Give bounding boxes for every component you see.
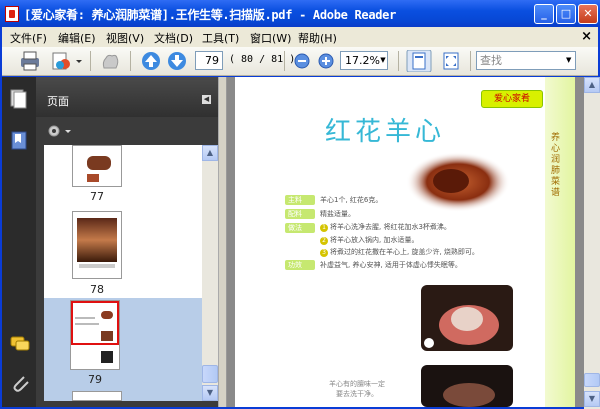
- thumbnail-page-78[interactable]: [72, 211, 122, 279]
- scroll-up-icon[interactable]: ▲: [202, 145, 218, 161]
- minimize-button[interactable]: _: [534, 4, 554, 24]
- document-scrollbar[interactable]: ▲ ▼: [584, 77, 600, 409]
- hand-tool-icon[interactable]: [98, 50, 122, 72]
- menu-file[interactable]: 文件(F): [10, 30, 47, 46]
- menu-edit[interactable]: 编辑(E): [58, 30, 96, 46]
- search-dropdown-icon[interactable]: ▼: [566, 51, 576, 70]
- side-strip: [545, 77, 575, 407]
- comments-icon[interactable]: [10, 335, 30, 353]
- app-window: [爱心家肴: 养心润肺菜谱].王作生等.扫描版.pdf - Adobe Read…: [0, 0, 600, 409]
- section-label: 功效: [285, 260, 315, 270]
- step-photo-2: [421, 365, 513, 407]
- step-text: 1 将羊心洗净去腥, 将红花加水3杯煮沸。: [320, 222, 451, 232]
- scroll-down-icon[interactable]: ▼: [202, 385, 218, 401]
- toolbar-separator: [90, 51, 91, 71]
- options-gear-icon[interactable]: [46, 123, 72, 139]
- menu-view[interactable]: 视图(V): [106, 30, 144, 46]
- window-title: [爱心家肴: 养心润肺菜谱].王作生等.扫描版.pdf - Adobe Read…: [24, 8, 397, 22]
- section-text: 羊心1个, 红花6克。: [320, 196, 383, 204]
- thumbnail-page-77[interactable]: [72, 145, 122, 187]
- thumbnail-label: 78: [90, 283, 104, 296]
- attachments-icon[interactable]: [10, 373, 30, 393]
- menu-bar: 文件(F) 编辑(E) 视图(V) 文档(D) 工具(T) 窗口(W) 帮助(H…: [2, 27, 598, 47]
- scroll-thumb[interactable]: [202, 365, 218, 383]
- toolbar: 79 ( 80 / 81 ) 17.2% ▼ 查找 ▼: [2, 47, 598, 76]
- print-icon[interactable]: [18, 50, 42, 72]
- thumbnail-page-80[interactable]: [72, 391, 122, 401]
- document-view: 爱心家肴 养心润肺菜谱 红花羊心 主料 羊心1个, 红花6克。 配料 精盐适量。…: [227, 77, 584, 407]
- zoom-out-icon[interactable]: [292, 50, 312, 72]
- dish-photo: [406, 152, 510, 212]
- search-input[interactable]: 查找: [476, 51, 576, 70]
- section-label: 主料: [285, 195, 315, 205]
- side-vertical-text: 养心润肺菜谱: [551, 133, 561, 198]
- thumbnail-page-79[interactable]: [70, 300, 120, 370]
- fit-page-icon[interactable]: [406, 50, 432, 72]
- navigation-bar: [2, 77, 36, 407]
- toolbar-separator: [398, 51, 399, 71]
- next-page-icon[interactable]: [166, 50, 188, 72]
- panel-splitter[interactable]: [218, 77, 227, 407]
- thumbnail-list: 77 78 79: [44, 145, 202, 401]
- full-screen-icon[interactable]: [440, 50, 462, 72]
- zoom-dropdown-icon[interactable]: ▼: [378, 51, 388, 70]
- maximize-button[interactable]: □: [556, 4, 576, 24]
- zoom-in-icon[interactable]: [316, 50, 336, 72]
- panel-title: 页面: [47, 95, 69, 108]
- section-text: 补虚益气, 养心安神, 适用于体虚心悸失眠等。: [320, 261, 462, 269]
- menu-help[interactable]: 帮助(H): [298, 30, 337, 46]
- bookmarks-panel-icon[interactable]: [10, 131, 28, 151]
- step-text: 2 将羊心放入锅内, 加水适量。: [320, 235, 418, 245]
- collaborate-icon[interactable]: [50, 50, 84, 72]
- toolbar-separator: [470, 51, 471, 71]
- page-count: ( 80 / 81 ): [229, 54, 296, 65]
- title-bar[interactable]: [爱心家肴: 养心润肺菜谱].王作生等.扫描版.pdf - Adobe Read…: [0, 0, 600, 27]
- thumbnail-label: 77: [90, 190, 104, 203]
- recipe-title: 红花羊心: [325, 117, 446, 147]
- pages-panel-icon[interactable]: [10, 89, 28, 109]
- thumbnail-label: 79: [88, 373, 102, 386]
- toolbar-separator: [284, 51, 285, 71]
- pages-panel: 页面 ◀ 77 78 79 ▲ ▼: [36, 77, 218, 407]
- photo-caption: 羊心有的膻味一定要去洗干净。: [329, 380, 385, 398]
- panel-options-bar: [36, 117, 218, 145]
- close-button[interactable]: ✕: [578, 4, 598, 24]
- section-label: 做法: [285, 223, 315, 233]
- step-photo-1: [421, 285, 513, 351]
- page-number-input[interactable]: 79: [195, 51, 223, 70]
- thumbnail-scrollbar[interactable]: ▲ ▼: [202, 145, 218, 401]
- menu-tools[interactable]: 工具(T): [202, 30, 239, 46]
- step-text: 3 将煮过的红花撒在羊心上, 旋盖少许, 烧熟即可。: [320, 247, 479, 257]
- scroll-thumb[interactable]: [584, 373, 600, 387]
- section-text: 精盐适量。: [320, 210, 355, 218]
- panel-header: 页面 ◀: [36, 77, 218, 117]
- menu-window[interactable]: 窗口(W): [250, 30, 291, 46]
- scroll-up-icon[interactable]: ▲: [584, 77, 600, 93]
- pdf-page: 爱心家肴 养心润肺菜谱 红花羊心 主料 羊心1个, 红花6克。 配料 精盐适量。…: [235, 77, 575, 407]
- section-badge: 爱心家肴: [481, 90, 543, 108]
- section-label: 配料: [285, 209, 315, 219]
- menu-document[interactable]: 文档(D): [154, 30, 193, 46]
- previous-page-icon[interactable]: [140, 50, 162, 72]
- toolbar-separator: [130, 51, 131, 71]
- document-close-icon[interactable]: ×: [581, 29, 592, 44]
- scroll-down-icon[interactable]: ▼: [584, 391, 600, 407]
- pdf-icon: [5, 6, 19, 22]
- panel-collapse-button[interactable]: ◀: [202, 95, 211, 104]
